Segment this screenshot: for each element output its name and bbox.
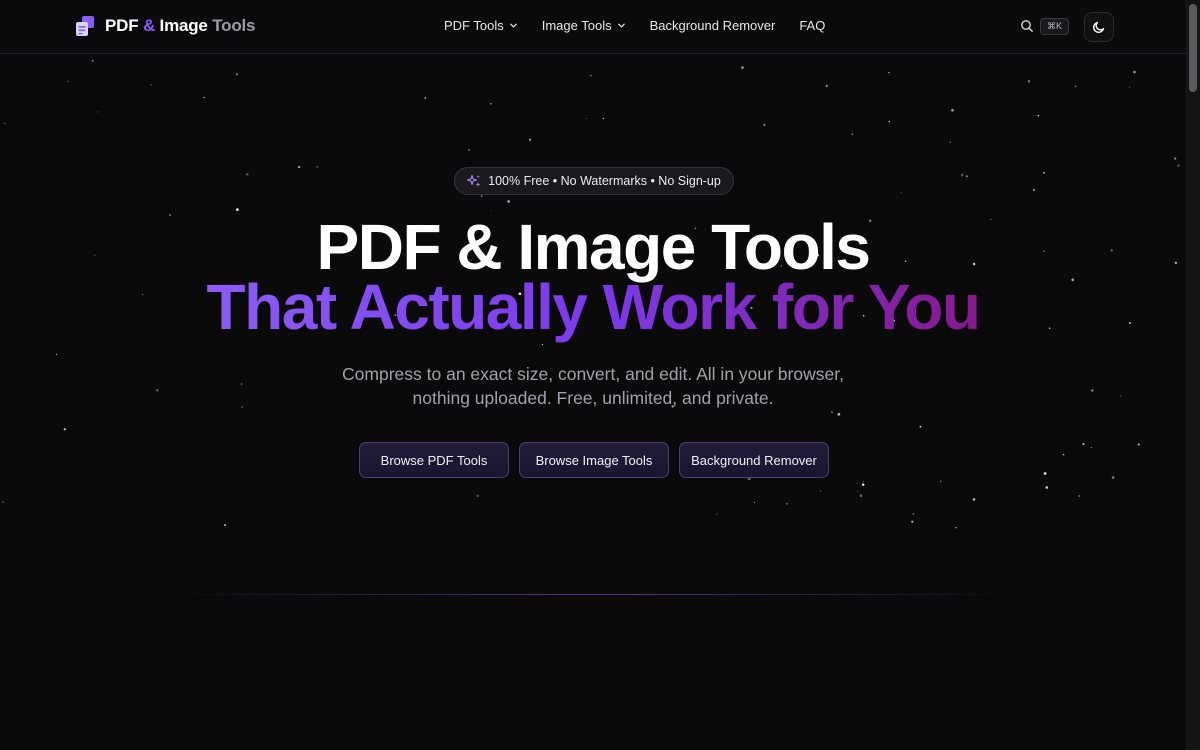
browse-pdf-tools-button[interactable]: Browse PDF Tools (359, 442, 509, 478)
star-dot (1078, 495, 1081, 497)
star-dot (480, 195, 483, 197)
chevron-down-icon (617, 23, 625, 28)
star-dot (203, 96, 205, 99)
star-dot (1045, 486, 1049, 489)
star-dot (911, 520, 914, 523)
sparkles-icon (467, 174, 481, 187)
browse-image-tools-button[interactable]: Browse Image Tools (519, 442, 669, 478)
star-dot (830, 411, 833, 414)
theme-toggle-button[interactable] (1084, 12, 1114, 42)
star-dot (1074, 85, 1077, 88)
search-icon[interactable] (1020, 19, 1034, 33)
star-dot (1037, 114, 1040, 117)
star-dot (585, 117, 587, 120)
star-dot (837, 412, 841, 416)
hero-title-highlight: That Actually Work for You (206, 271, 981, 343)
star-dot (949, 141, 951, 143)
star-dot (940, 480, 942, 482)
star-dot (1062, 453, 1065, 456)
star-dot (716, 513, 718, 515)
star-dot (63, 428, 66, 431)
nav-background-remover[interactable]: Background Remover (650, 18, 776, 33)
search-shortcut-badge[interactable]: ⌘K (1040, 18, 1070, 35)
star-dot (819, 490, 822, 492)
star-dot (888, 71, 890, 74)
star-dot (507, 200, 510, 203)
star-dot (763, 124, 766, 126)
chevron-down-icon (509, 23, 517, 28)
star-dot (541, 343, 544, 346)
star-dot (862, 480, 865, 482)
star-dot (1177, 164, 1180, 167)
star-dot (861, 483, 865, 486)
nav-faq[interactable]: FAQ (799, 18, 825, 33)
star-dot (55, 353, 58, 356)
star-dot (965, 175, 968, 178)
star-dot (912, 513, 915, 515)
star-dot (1133, 70, 1136, 74)
star-dot (1027, 80, 1031, 83)
star-dot (476, 494, 479, 498)
star-dot (1043, 172, 1045, 174)
site-logo[interactable]: PDF & Image Tools (76, 16, 255, 36)
star-dot (786, 502, 788, 505)
scrollbar-thumb[interactable] (1189, 4, 1197, 92)
star-dot (1174, 157, 1177, 160)
logo-icon (76, 16, 94, 36)
star-dot (919, 425, 922, 428)
star-dot (468, 148, 471, 152)
hero-badge-text: 100% Free • No Watermarks • No Sign-up (488, 174, 721, 188)
star-dot (298, 166, 301, 169)
logo-text: PDF & Image Tools (105, 16, 256, 35)
star-dot (602, 117, 604, 120)
star-dot (91, 59, 94, 62)
main-nav: PDF Tools Image Tools Background Remover… (444, 18, 825, 33)
star-dot (960, 173, 964, 177)
hero-subtitle: Compress to an exact size, convert, and … (342, 364, 844, 408)
star-dot (3, 122, 6, 125)
star-dot (590, 75, 592, 77)
star-dot (1129, 86, 1131, 88)
star-dot (754, 502, 756, 504)
star-dot (246, 173, 249, 176)
star-dot (150, 84, 152, 86)
star-dot (1090, 446, 1093, 449)
section-divider (170, 594, 1016, 595)
star-dot (951, 108, 954, 112)
star-dot (955, 527, 957, 529)
star-dot (1043, 472, 1047, 475)
star-dot (97, 111, 99, 113)
star-dot (859, 494, 863, 498)
nav-pdf-tools[interactable]: PDF Tools (444, 18, 518, 33)
star-dot (235, 73, 238, 76)
star-dot (2, 501, 4, 503)
star-dot (1111, 476, 1115, 479)
background-remover-button[interactable]: Background Remover (679, 442, 829, 478)
star-dot (316, 166, 318, 168)
star-dot (67, 80, 69, 82)
star-dot (223, 523, 227, 527)
star-dot (900, 191, 902, 193)
star-dot (529, 138, 532, 141)
star-dot (1082, 443, 1085, 446)
star-dot (972, 498, 976, 501)
star-dot (1137, 443, 1140, 446)
page-scrollbar[interactable] (1186, 0, 1200, 750)
star-dot (851, 133, 853, 135)
star-dot (741, 66, 744, 69)
star-dot (888, 120, 891, 123)
star-dot (825, 84, 828, 88)
star-dot (424, 97, 427, 99)
star-dot (856, 490, 858, 492)
hero-badge: 100% Free • No Watermarks • No Sign-up (454, 167, 734, 195)
moon-icon (1092, 21, 1105, 34)
nav-image-tools[interactable]: Image Tools (542, 18, 626, 33)
star-dot (490, 103, 492, 105)
star-dot (1032, 188, 1036, 192)
top-navbar: PDF & Image Tools PDF Tools Image Tools … (0, 0, 1186, 54)
